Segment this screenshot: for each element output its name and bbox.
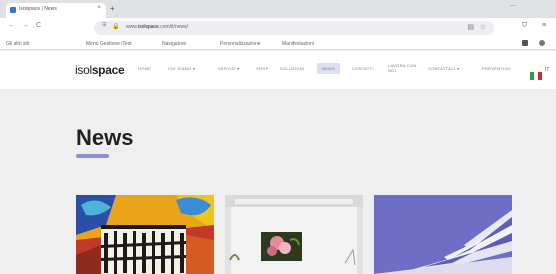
extensions-icon[interactable]: ≡ — [542, 22, 546, 29]
profile-icon[interactable] — [539, 40, 545, 46]
nav-soluzioni[interactable]: SOLUZIONI — [280, 66, 304, 71]
url-text: www.isolspace.com/it/news/ — [126, 24, 188, 30]
close-tab-icon[interactable]: × — [97, 5, 101, 11]
nav-contatti[interactable]: CONTATTI — [352, 66, 374, 71]
purple-panels-image — [374, 195, 512, 274]
back-button[interactable]: ← — [8, 22, 15, 29]
nav-shop[interactable]: SHOP — [256, 66, 269, 71]
url-bar[interactable]: ⛨ 🔒 www.isolspace.com/it/news/ ▤ ☆ — [94, 21, 494, 35]
reload-button[interactable]: C — [36, 22, 41, 29]
browser-window: Isolspace | News × + — ← → C ⛨ 🔒 www.iso… — [0, 0, 556, 274]
nav-news[interactable]: NEWS — [317, 63, 341, 74]
new-tab-button[interactable]: + — [110, 4, 115, 13]
reader-icon[interactable]: ▤ — [467, 23, 474, 31]
tab-title: Isolspace | News — [19, 6, 57, 12]
nav-home[interactable]: HOME — [138, 66, 151, 71]
main-content: News — [0, 89, 556, 274]
colorful-illustration-image — [76, 195, 214, 274]
bookmark-item[interactable]: Personalizzazione — [220, 41, 261, 47]
language-selector[interactable]: IT — [545, 67, 549, 73]
shield-icon[interactable]: ⛨ — [102, 23, 107, 30]
pocket-icon[interactable] — [522, 40, 528, 46]
bookmark-item[interactable]: Manifestazioni — [282, 41, 314, 47]
lock-icon[interactable]: 🔒 — [112, 23, 119, 30]
interior-photo-image — [225, 195, 363, 274]
title-underline — [76, 154, 109, 158]
forward-button[interactable]: → — [22, 22, 29, 29]
bookmarks-bar: Gli altri siti Menù Gestione iTest Navig… — [0, 38, 556, 50]
news-card-image-1[interactable] — [76, 195, 214, 274]
shield-icon[interactable]: ⛉ — [522, 22, 527, 30]
bookmark-item[interactable]: Navigatore — [162, 41, 186, 47]
nav-servizi[interactable]: SERVIZI ▾ — [218, 66, 239, 71]
site-header: isolspace HOME CHI SIAMO ▾ SERVIZI ▾ SHO… — [0, 51, 556, 89]
news-card-image-3[interactable] — [374, 195, 512, 274]
italy-flag-icon[interactable] — [530, 67, 542, 80]
nav-chi-siamo[interactable]: CHI SIAMO ▾ — [168, 66, 195, 71]
bookmark-item[interactable]: Menù Gestione iTest — [86, 41, 132, 47]
browser-tab[interactable]: Isolspace | News × — [6, 3, 106, 18]
news-card-image-2[interactable] — [225, 195, 363, 274]
bookmark-item[interactable]: Gli altri siti — [6, 41, 29, 47]
nav-contattaci[interactable]: CONTATTACI ▾ — [428, 66, 459, 71]
tab-strip: Isolspace | News × + — — [0, 0, 556, 18]
nav-preventivo[interactable]: PREVENTIVO — [482, 66, 511, 71]
minimize-icon[interactable]: — — [510, 3, 516, 9]
bookmark-star-icon[interactable]: ☆ — [480, 23, 486, 31]
page-title: News — [76, 125, 134, 150]
nav-lavora-con-noi[interactable]: LAVORA CON NOI — [388, 63, 422, 73]
address-bar-row: ← → C ⛨ 🔒 www.isolspace.com/it/news/ ▤ ☆… — [0, 18, 556, 38]
site-logo[interactable]: isolspace — [75, 63, 125, 77]
favicon-icon — [10, 7, 16, 13]
